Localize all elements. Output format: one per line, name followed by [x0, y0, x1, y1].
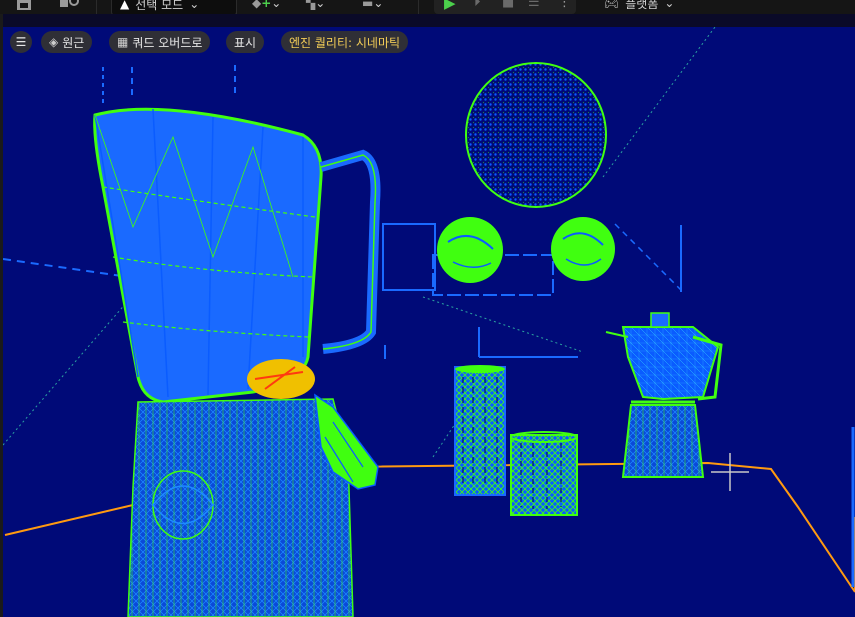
platform-dropdown[interactable]: 🎮︎ 플랫폼 ⌄	[604, 0, 674, 14]
blueprint-button[interactable]: ▚ ⌄	[306, 0, 325, 14]
light-ray	[614, 223, 684, 293]
blueprint-icon: ▚	[306, 0, 316, 10]
cursor-icon: ▲	[120, 0, 130, 11]
chevron-down-icon: ⌄	[664, 0, 675, 10]
gamepad-icon: 🎮︎	[604, 0, 620, 10]
moka-pot-base	[621, 404, 705, 478]
select-mode-dropdown[interactable]: ▲ 선택 모드 ⌄	[111, 0, 237, 14]
perspective-label: 원근	[62, 35, 85, 50]
green-sphere-right	[551, 217, 615, 281]
stop-icon[interactable]: ■	[502, 0, 514, 10]
cube-icon: ◈	[49, 35, 59, 49]
light-ray	[422, 296, 584, 353]
light-ray	[602, 27, 716, 178]
content-browser-icon[interactable]	[58, 0, 82, 14]
viewport-menu-button[interactable]: ☰	[10, 31, 32, 53]
select-mode-label: 선택 모드	[135, 0, 184, 12]
moka-pot-top	[621, 326, 720, 401]
cinematics-button[interactable]: ▬ ⌄	[362, 0, 383, 14]
play-controls: ▶ ⏵ ■ ☰ ⋮	[434, 0, 576, 14]
add-actor-button[interactable]: ◆ + ⌄	[252, 0, 281, 14]
moka-pot-lid-knob	[650, 312, 670, 328]
cinematics-icon: ▬	[362, 0, 374, 10]
engine-quality-button[interactable]: 엔진 퀄리티: 시네마틱	[281, 31, 409, 53]
save-icon[interactable]	[14, 0, 34, 14]
viewport-frame	[0, 14, 855, 27]
chevron-down-icon: ⌄	[315, 0, 326, 10]
view-mode-label: 쿼드 오버드로	[132, 35, 203, 50]
green-sphere-left	[437, 217, 503, 283]
platform-label: 플랫폼	[625, 0, 659, 11]
show-button[interactable]: 표시	[226, 31, 265, 53]
wire-sphere-large	[465, 62, 607, 208]
more-options-icon[interactable]: ⋮	[558, 0, 571, 10]
play-options-icon[interactable]: ☰	[528, 0, 540, 10]
play-icon[interactable]: ▶	[444, 0, 456, 12]
wireframe-scene	[3, 27, 855, 617]
chevron-down-icon: ⌄	[373, 0, 384, 10]
light-frame	[382, 223, 436, 291]
level-viewport[interactable]	[3, 27, 855, 617]
view-mode-button[interactable]: ▦ 쿼드 오버드로	[109, 31, 211, 53]
chevron-down-icon: ⌄	[189, 0, 200, 11]
perspective-button[interactable]: ◈ 원근	[41, 31, 93, 53]
show-label: 표시	[234, 35, 257, 50]
blender-handle	[319, 149, 381, 354]
chevron-down-icon: ⌄	[271, 0, 282, 10]
grid-icon: ▦	[117, 35, 129, 49]
add-actor-icon: ◆	[252, 0, 262, 10]
hamburger-icon: ☰	[15, 35, 27, 49]
main-toolbar: ▲ 선택 모드 ⌄ ◆ + ⌄ ▚ ⌄ ▬ ⌄ ▶ ⏵ ■ ☰ ⋮ 🎮︎ 플랫폼 ⌄	[0, 0, 855, 14]
engine-quality-label: 엔진 퀄리티: 시네마틱	[289, 35, 401, 50]
step-icon[interactable]: ⏵	[474, 0, 481, 10]
